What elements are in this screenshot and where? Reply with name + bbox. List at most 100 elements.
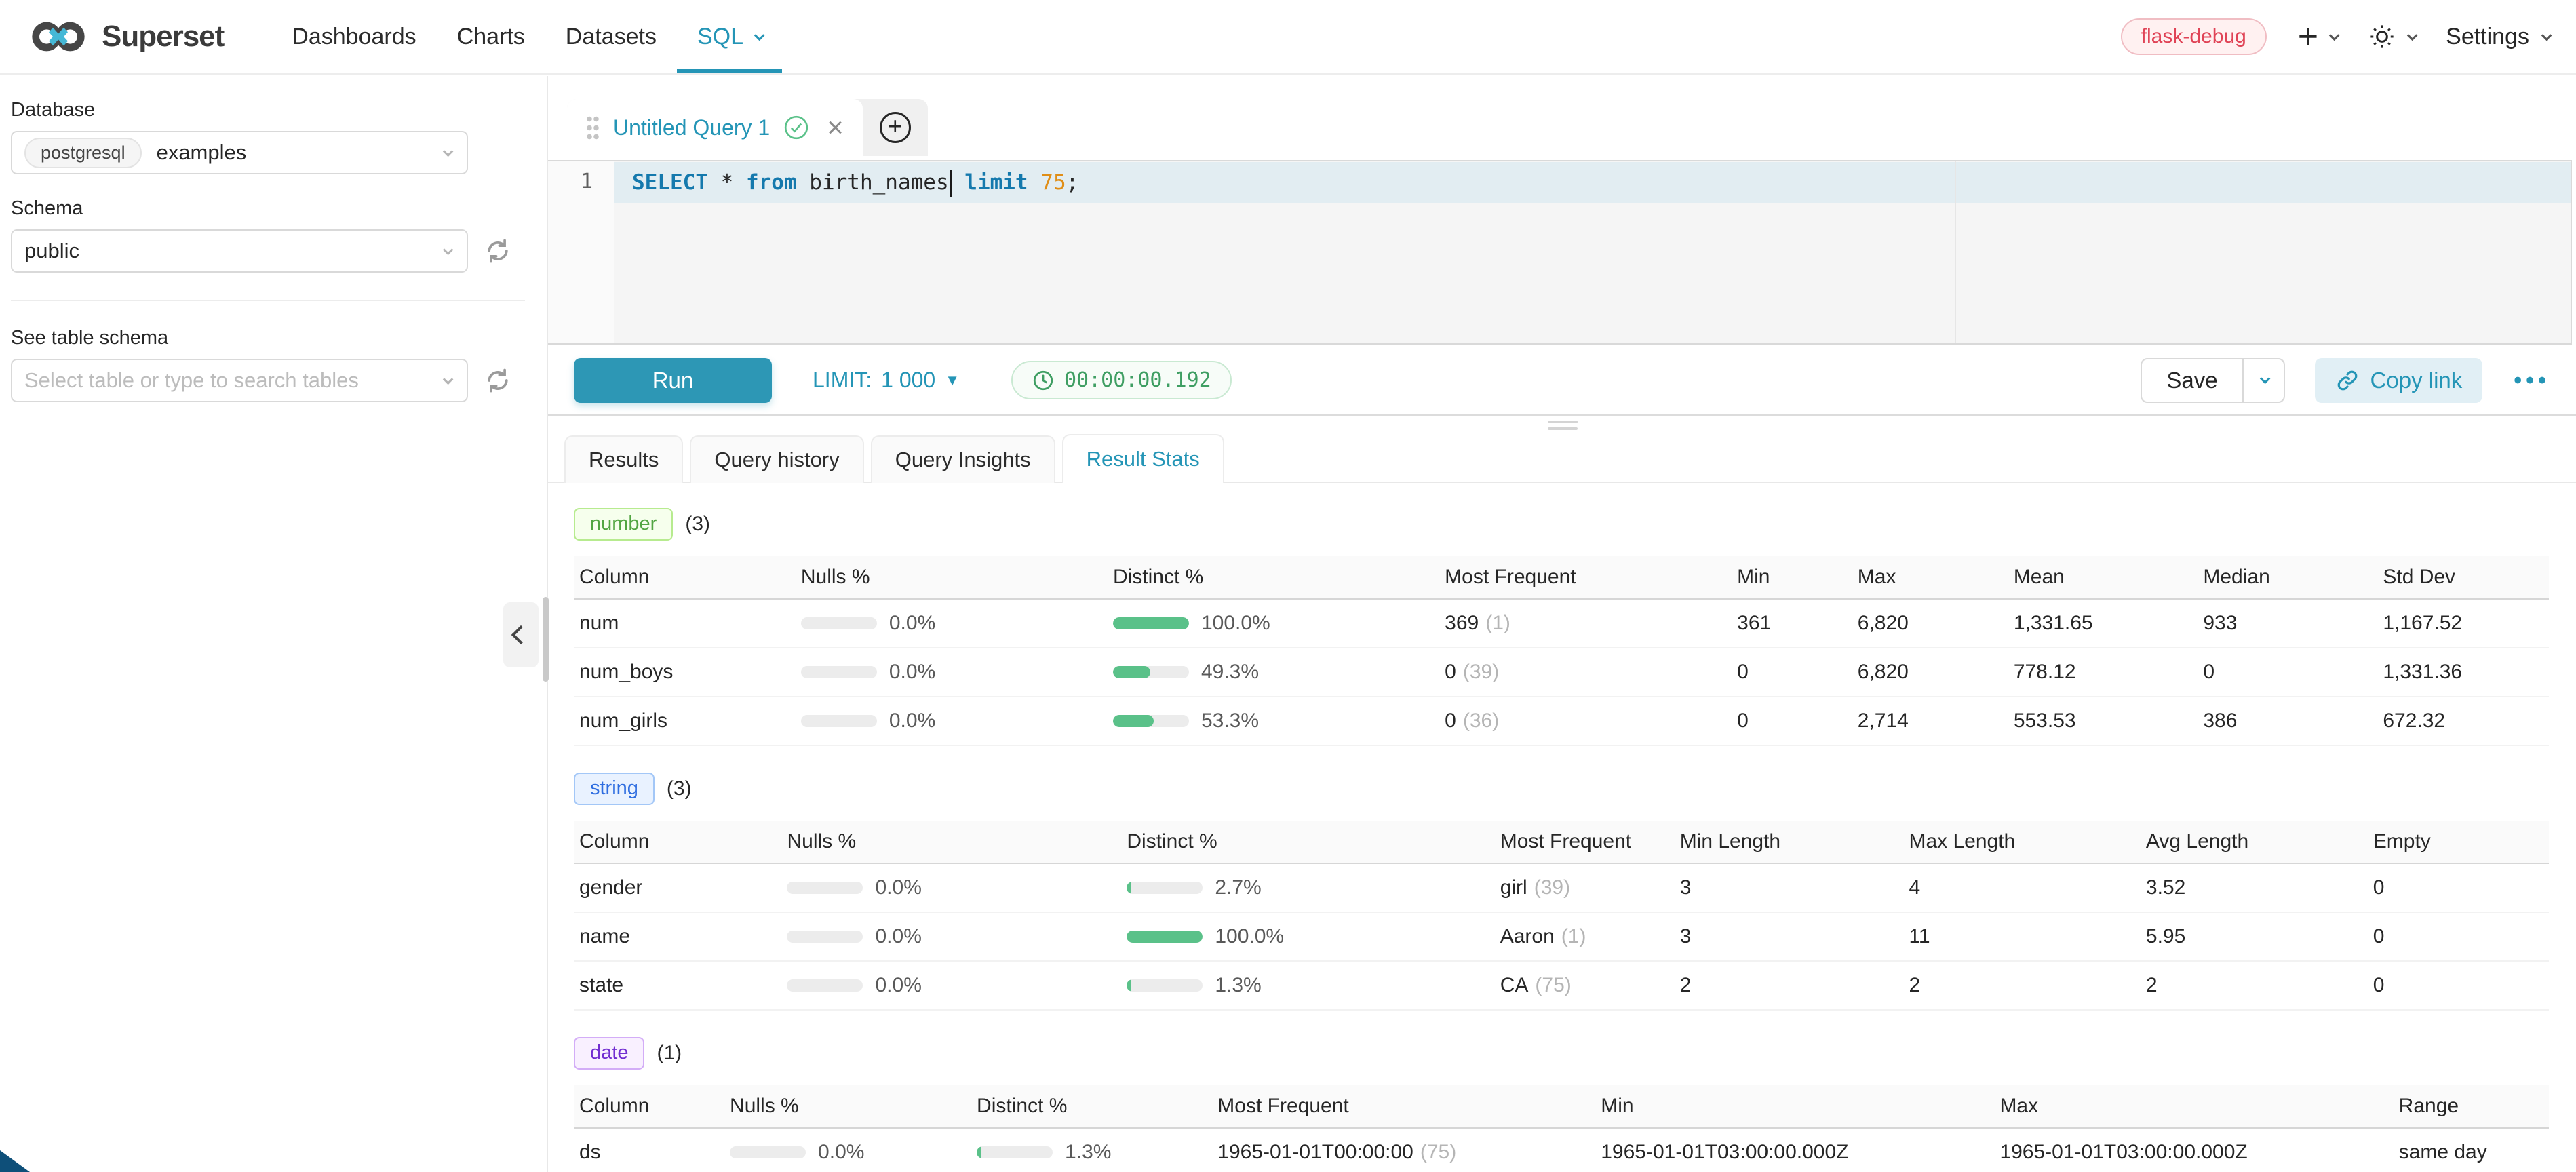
stat-cell: 2 (1909, 974, 2145, 997)
progress-bar (1113, 715, 1189, 727)
schema-select[interactable]: public (11, 229, 468, 273)
query-tab-title: Untitled Query 1 (613, 115, 770, 140)
refresh-tables-icon[interactable] (483, 366, 513, 395)
nav-dashboards[interactable]: Dashboards (271, 0, 436, 73)
column-header: Column (574, 830, 787, 853)
plus-circle-icon: + (880, 112, 911, 143)
stat-cell: 5.95 (2146, 925, 2373, 948)
distinct-bar: 1.3% (977, 1141, 1217, 1164)
progress-value: 0.0% (889, 709, 935, 732)
column-header: Column (574, 1095, 730, 1118)
tab-query-insights[interactable]: Query Insights (871, 435, 1055, 483)
progress-value: 0.0% (875, 925, 921, 948)
progress-value: 49.3% (1201, 661, 1259, 684)
distinct-bar-wrap: 53.3% (1113, 709, 1431, 732)
limit-label: LIMIT: (813, 368, 872, 393)
column-header: Mean (2014, 566, 2204, 589)
new-item-button[interactable]: + (2298, 19, 2337, 54)
sidebar-divider-line (11, 300, 525, 301)
nav-charts[interactable]: Charts (437, 0, 545, 73)
nav-sql[interactable]: SQL (677, 0, 782, 73)
table-select[interactable]: Select table or type to search tables (11, 359, 468, 402)
stat-cell: 1965-01-01T03:00:00.000Z (1601, 1141, 1999, 1164)
nav-datasets[interactable]: Datasets (545, 0, 677, 73)
settings-menu[interactable]: Settings (2446, 24, 2549, 50)
limit-value: 1 000 (881, 368, 935, 393)
column-header: Nulls % (787, 830, 1127, 853)
section-header-date: date(1) (574, 1038, 2548, 1069)
close-tab-icon[interactable]: × (827, 113, 844, 142)
most-frequent-value: 0 (1445, 661, 1456, 683)
progress-bar-fill (1113, 617, 1189, 629)
save-button[interactable]: Save (2142, 359, 2242, 402)
limit-dropdown[interactable]: LIMIT: 1 000 ▼ (813, 368, 960, 393)
query-tab[interactable]: Untitled Query 1 × (567, 99, 863, 156)
column-header: Column (574, 566, 801, 589)
pane-resize-handle[interactable] (1548, 421, 1578, 434)
nulls-bar-wrap: 0.0% (801, 661, 1099, 684)
database-select[interactable]: postgresql examples (11, 131, 468, 174)
tab-query-history[interactable]: Query history (690, 435, 863, 483)
nulls-bar-wrap: 0.0% (730, 1141, 963, 1164)
code-token (952, 170, 965, 195)
most-frequent-count: (36) (1463, 709, 1499, 732)
more-menu-button[interactable]: ••• (2514, 369, 2550, 392)
column-header: Min Length (1680, 830, 1909, 853)
stat-cell: 3 (1680, 925, 1909, 948)
progress-bar (787, 979, 863, 992)
column-name-cell: name (574, 925, 787, 948)
plus-icon: + (2298, 19, 2318, 54)
schema-value: public (24, 239, 79, 263)
most-frequent-count: (39) (1534, 876, 1570, 899)
result-stats-panel: number(3)ColumnNulls %Distinct %Most Fre… (548, 484, 2576, 1172)
database-label: Database (11, 99, 547, 121)
code-token: SELECT (632, 170, 708, 195)
stat-cell: 778.12 (2014, 661, 2204, 684)
run-button[interactable]: Run (574, 358, 772, 403)
distinct-bar: 49.3% (1113, 661, 1445, 684)
chevron-down-icon (443, 146, 454, 157)
most-frequent-value: 0 (1445, 709, 1456, 732)
save-options-button[interactable] (2242, 359, 2284, 402)
nav-right: flask-debug + Settings (2121, 18, 2549, 55)
stat-cell: 0 (2373, 974, 2549, 997)
progress-bar-fill (977, 1146, 981, 1158)
column-header: Avg Length (2146, 830, 2373, 853)
number-stats-table: ColumnNulls %Distinct %Most FrequentMinM… (574, 556, 2549, 746)
tab-result-stats[interactable]: Result Stats (1062, 434, 1224, 483)
query-success-icon (783, 115, 809, 140)
column-header: Most Frequent (1217, 1095, 1601, 1118)
superset-logo[interactable]: Superset (27, 20, 224, 54)
progress-value: 53.3% (1201, 709, 1259, 732)
column-name-cell: num_girls (574, 709, 801, 732)
theme-toggle-button[interactable] (2368, 22, 2415, 51)
settings-label: Settings (2446, 24, 2529, 50)
table-header-row: ColumnNulls %Distinct %Most FrequentMinM… (574, 556, 2549, 600)
nav-left: Superset Dashboards Charts Datasets SQL (27, 0, 782, 73)
stat-cell: 0 (1737, 709, 1858, 732)
distinct-bar-wrap: 1.3% (977, 1141, 1204, 1164)
nulls-bar-wrap: 0.0% (801, 709, 1099, 732)
column-header: Std Dev (2383, 566, 2549, 589)
stat-cell: 2 (2146, 974, 2373, 997)
type-tag-number: number (574, 508, 673, 541)
nulls-bar: 0.0% (787, 925, 1127, 948)
copy-link-button[interactable]: Copy link (2315, 358, 2483, 403)
nulls-bar-wrap: 0.0% (787, 876, 1113, 899)
refresh-schema-icon[interactable] (483, 236, 513, 266)
top-nav: Superset Dashboards Charts Datasets SQL … (0, 0, 2576, 75)
column-header: Min (1601, 1095, 1999, 1118)
distinct-bar-wrap: 2.7% (1127, 876, 1486, 899)
progress-value: 100.0% (1201, 612, 1270, 635)
table-row-num_girls: num_girls0.0%53.3%0(36)02,714553.5338667… (574, 697, 2549, 746)
sql-editor[interactable]: 1 SELECT * from birth_names limit 75; (548, 160, 2572, 345)
code-token: 75 (1040, 170, 1066, 195)
chevron-down-icon (2259, 374, 2270, 385)
most-frequent-value: 1965-01-01T00:00:00 (1217, 1141, 1413, 1163)
progress-bar (801, 666, 877, 678)
most-frequent-cell: 369(1) (1445, 612, 1737, 635)
new-tab-button[interactable]: + (863, 99, 928, 156)
column-header: Most Frequent (1445, 566, 1737, 589)
collapse-sidebar-button[interactable] (503, 602, 539, 667)
tab-results[interactable]: Results (564, 435, 683, 483)
